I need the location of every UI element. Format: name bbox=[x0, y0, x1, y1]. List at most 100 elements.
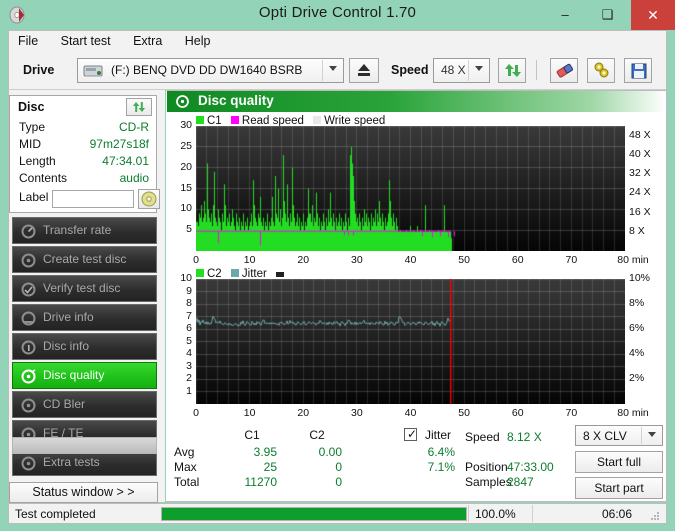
clv-value: 8 X CLV bbox=[583, 429, 627, 443]
chevron-down-icon[interactable] bbox=[475, 66, 483, 71]
drive-icon bbox=[20, 310, 37, 327]
eject-button[interactable] bbox=[349, 58, 379, 83]
chevron-down-icon[interactable] bbox=[648, 432, 656, 437]
stats-max-c1: 25 bbox=[263, 460, 277, 474]
disc-row-label: Label bbox=[10, 189, 160, 210]
axis-tick-label: 6 bbox=[186, 322, 192, 334]
disc-refresh-button[interactable] bbox=[126, 98, 152, 116]
sidebar-item-disc-quality[interactable]: Disc quality bbox=[12, 362, 157, 389]
combo-separator bbox=[322, 60, 323, 81]
disc-row-contents: Contents audio bbox=[10, 171, 158, 188]
disc-type-value: CD-R bbox=[119, 120, 149, 134]
close-button[interactable]: ✕ bbox=[631, 0, 675, 30]
axis-tick-label: 20 bbox=[180, 160, 192, 173]
check-icon: ✓ bbox=[407, 427, 418, 441]
resize-grip[interactable] bbox=[650, 509, 661, 520]
menu-item-file[interactable]: File bbox=[9, 31, 47, 51]
drive-label: Drive bbox=[23, 63, 55, 77]
axis-tick-label: 20 bbox=[297, 407, 310, 419]
axis-tick-label: 40 bbox=[404, 254, 417, 266]
start-part-button[interactable]: Start part bbox=[575, 477, 663, 499]
burn-icon bbox=[20, 252, 37, 269]
stats-total-c2: 0 bbox=[335, 475, 342, 489]
axis-tick-label: 3 bbox=[186, 359, 192, 372]
sidebar-item-cd-bler[interactable]: CD Bler bbox=[12, 391, 157, 418]
stats-speed-label: Speed bbox=[465, 430, 500, 444]
axis-tick-label: 10 bbox=[243, 254, 256, 266]
axis-tick-label: 4% bbox=[629, 347, 645, 359]
progress-bar bbox=[161, 507, 467, 521]
erase-button[interactable] bbox=[550, 58, 578, 83]
status-separator bbox=[532, 505, 533, 522]
status-window-button[interactable]: Status window > > bbox=[9, 482, 158, 503]
stats-col-c2: C2 bbox=[309, 428, 325, 442]
drive-select[interactable]: (F:) BENQ DVD DD DW1640 BSRB bbox=[77, 58, 344, 83]
axis-tick-label: 8 bbox=[186, 297, 192, 309]
axis-tick-label: 50 bbox=[458, 407, 470, 419]
extra-icon bbox=[20, 455, 37, 472]
sidebar-item-create-test-disc[interactable]: Create test disc bbox=[12, 246, 157, 273]
disc-label-browse-button[interactable] bbox=[138, 189, 160, 209]
axis-tick-label: 24 X bbox=[629, 186, 651, 199]
sidebar-item-transfer-rate[interactable]: Transfer rate bbox=[12, 217, 157, 244]
axis-tick-label: 15 bbox=[180, 181, 192, 194]
menu-item-extra[interactable]: Extra bbox=[124, 31, 171, 51]
c1-chart-empty-region[interactable] bbox=[464, 126, 625, 251]
axis-tick-label: 20 bbox=[297, 254, 310, 266]
sidebar-item-verify-test-disc[interactable]: Verify test disc bbox=[12, 275, 157, 302]
nav-filler bbox=[12, 437, 157, 454]
disc-mid-label: MID bbox=[19, 137, 41, 151]
stats-row-max-label: Max bbox=[174, 460, 197, 474]
chevron-down-icon[interactable] bbox=[329, 66, 337, 71]
quality-icon bbox=[175, 94, 190, 109]
axis-tick-label: 80 min bbox=[617, 254, 649, 266]
stats-samples-value: 2847 bbox=[507, 475, 534, 489]
sidebar-item-drive-info[interactable]: Drive info bbox=[12, 304, 157, 331]
start-full-button[interactable]: Start full bbox=[575, 451, 663, 473]
tools-button[interactable] bbox=[587, 58, 615, 83]
toolbar-divider bbox=[536, 60, 537, 80]
axis-tick-label: 7 bbox=[186, 309, 192, 322]
window-controls: – ❑ ✕ bbox=[546, 0, 675, 30]
drive-icon bbox=[83, 63, 105, 79]
menu-bar: File Start test Extra Help bbox=[8, 30, 667, 52]
axis-tick-label: 6% bbox=[629, 322, 645, 334]
disc-row-mid: MID 97m27s18f bbox=[10, 137, 158, 154]
axis-tick-label: 48 X bbox=[629, 128, 651, 141]
sidebar-label: CD Bler bbox=[43, 397, 86, 411]
stats-col-c1: C1 bbox=[244, 428, 260, 442]
axis-tick-label: 30 bbox=[351, 254, 363, 266]
write-strategy-select[interactable]: 8 X CLV bbox=[575, 425, 663, 446]
app-window: Opti Drive Control 1.70 – ❑ ✕ File Start… bbox=[0, 0, 675, 531]
speed-select[interactable]: 48 X bbox=[433, 58, 490, 83]
axis-tick-label: 40 bbox=[404, 407, 417, 419]
stats-avg-jitter: 6.4% bbox=[427, 445, 455, 459]
axis-tick-label: 10 bbox=[180, 272, 192, 284]
menu-item-start-test[interactable]: Start test bbox=[52, 31, 120, 51]
axis-tick-label: 1 bbox=[186, 384, 192, 397]
verify-icon bbox=[20, 281, 37, 298]
axis-tick-label: 4 bbox=[186, 347, 192, 359]
combo-separator bbox=[468, 60, 469, 81]
section-title: Disc quality bbox=[198, 93, 274, 108]
axis-tick-label: 30 bbox=[180, 119, 192, 131]
c2-jitter-chart[interactable] bbox=[196, 279, 625, 404]
axis-tick-label: 80 min bbox=[617, 407, 649, 419]
jitter-checkbox[interactable]: ✓ bbox=[404, 428, 417, 441]
axis-tick-label: 5 bbox=[186, 223, 192, 236]
sidebar-item-disc-info[interactable]: Disc info bbox=[12, 333, 157, 360]
stats-position-value: 47:33.00 bbox=[507, 460, 554, 474]
disc-panel-header: Disc bbox=[9, 95, 157, 117]
disc-row-length: Length 47:34.01 bbox=[10, 154, 158, 171]
menu-item-help[interactable]: Help bbox=[176, 31, 220, 51]
minimize-button[interactable]: – bbox=[546, 0, 584, 30]
refresh-button[interactable] bbox=[498, 58, 526, 83]
maximize-button[interactable]: ❑ bbox=[589, 0, 627, 30]
status-window-button-label: Status window > > bbox=[32, 485, 135, 499]
disc-label-input[interactable] bbox=[52, 190, 134, 208]
save-button[interactable] bbox=[624, 58, 652, 83]
axis-tick-label: 10% bbox=[629, 272, 651, 284]
legend-swatch-write-speed bbox=[313, 116, 322, 124]
sidebar-label: Extra tests bbox=[43, 455, 100, 469]
c1-chart[interactable] bbox=[196, 126, 464, 251]
